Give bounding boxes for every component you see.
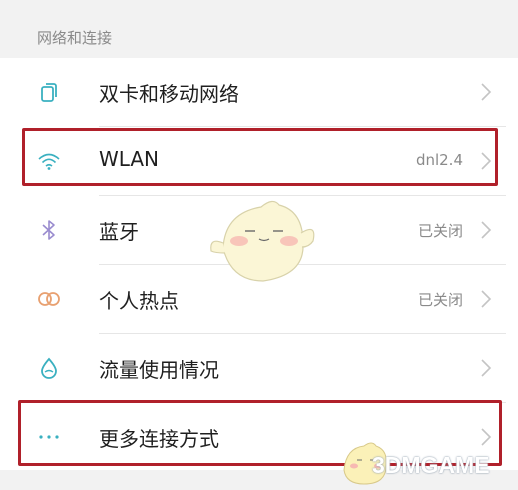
chevron-right-icon xyxy=(479,287,493,311)
settings-row-label: 蓝牙 xyxy=(99,220,139,244)
settings-row-value: 已关闭 xyxy=(417,222,463,240)
mascot-sticker xyxy=(210,200,315,282)
section-title: 网络和连接 xyxy=(37,29,113,47)
bluetooth-icon xyxy=(36,218,62,242)
highlight-box-wlan xyxy=(22,128,498,186)
dual-sim-icon xyxy=(36,80,62,104)
settings-row-label: 个人热点 xyxy=(99,289,179,313)
settings-row-label: 流量使用情况 xyxy=(99,358,219,382)
settings-row-data-usage[interactable]: 流量使用情况 xyxy=(0,334,518,402)
settings-row-value: 已关闭 xyxy=(417,291,463,309)
watermark-text: 3DMGAME xyxy=(372,452,490,478)
settings-row-label: 双卡和移动网络 xyxy=(99,82,239,106)
hotspot-icon xyxy=(36,287,62,311)
section-header: 网络和连接 xyxy=(0,0,518,58)
chevron-right-icon xyxy=(479,80,493,104)
settings-row-dual-sim[interactable]: 双卡和移动网络 xyxy=(0,58,518,126)
data-drop-icon xyxy=(36,356,62,380)
chevron-right-icon xyxy=(479,356,493,380)
chevron-right-icon xyxy=(479,218,493,242)
